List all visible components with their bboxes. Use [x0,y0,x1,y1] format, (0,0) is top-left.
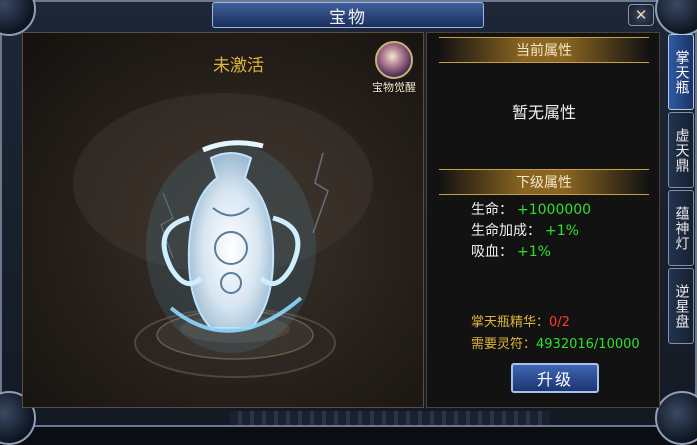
talisman-label: 需要灵符： [471,337,537,352]
attr-row-lifesteal: 吸血： +1% [471,241,551,261]
window-title: 宝物 [212,2,484,28]
attr-value: +1000000 [517,202,592,218]
awaken-orb-icon [375,41,413,79]
current-attributes-header: 当前属性 [439,37,649,63]
essence-label: 掌天瓶精华： [471,315,550,330]
close-icon: ✕ [634,6,648,24]
talisman-requirement: 需要灵符：4932016/10000 [471,333,640,352]
attr-label: 生命加成： [471,223,541,239]
close-button[interactable]: ✕ [628,4,654,26]
attr-value: +1% [545,223,579,239]
next-attributes-header: 下级属性 [439,169,649,195]
treasure-status: 未激活 [213,56,264,76]
attr-row-hp-bonus: 生命加成： +1% [471,220,579,240]
tab-nixingpan[interactable]: 逆星盘 [668,268,694,344]
attribute-panel: 当前属性 暂无属性 下级属性 生命： +1000000 生命加成： +1% 吸血： +… [426,32,660,408]
tab-yunshendeng[interactable]: 蕴神灯 [668,190,694,266]
treasure-display-panel: 未激活 宝物觉醒 [22,32,424,408]
treasure-vase-image [146,140,316,353]
essence-requirement: 掌天瓶精华：0/2 [471,311,570,330]
talisman-value: 4932016/10000 [536,337,640,352]
bottom-decoration [230,411,550,425]
current-attributes-empty: 暂无属性 [511,103,576,122]
tab-zhangtianping[interactable]: 掌天瓶 [668,34,694,110]
treasure-awaken-button[interactable]: 宝物觉醒 [365,41,423,101]
awaken-label: 宝物觉醒 [372,81,416,94]
attr-label: 吸血： [471,244,513,260]
attr-row-hp: 生命： +1000000 [471,199,591,219]
upgrade-button[interactable]: 升级 [511,363,599,393]
tab-xutianding[interactable]: 虚天鼎 [668,112,694,188]
attr-value: +1% [517,244,551,260]
attr-label: 生命： [471,202,513,218]
corner-ornament-bottom-right [655,391,697,445]
essence-value: 0/2 [549,315,570,330]
